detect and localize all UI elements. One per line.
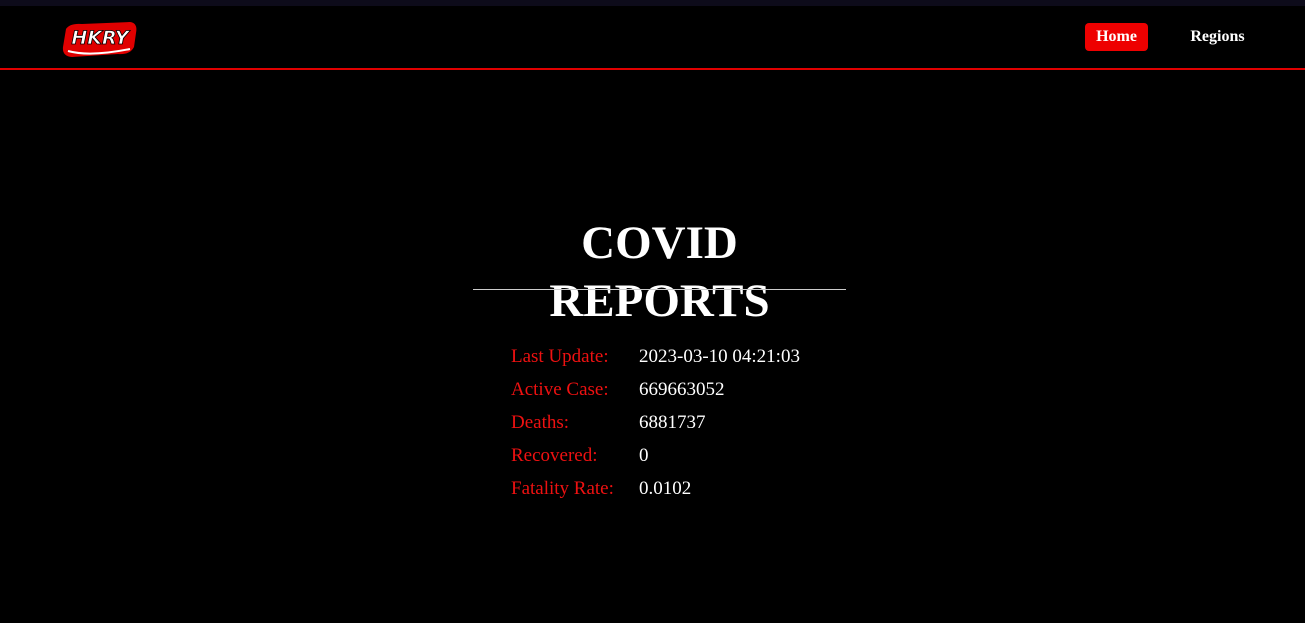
stat-label: Recovered:: [511, 445, 598, 466]
nav-link-home[interactable]: Home: [1085, 23, 1148, 51]
stat-value: 0.0102: [639, 478, 692, 499]
stat-value: 6881737: [639, 412, 706, 433]
nav-link-regions[interactable]: Regions: [1180, 23, 1255, 51]
stat-value: 2023-03-10 04:21:03: [639, 346, 800, 367]
stat-label: Deaths:: [511, 412, 570, 433]
stat-value: 669663052: [639, 379, 725, 400]
page-title: COVID REPORTS: [549, 217, 770, 327]
stat-label: Fatality Rate:: [511, 478, 614, 499]
stat-label: Active Case:: [511, 379, 609, 400]
title-divider: [473, 289, 846, 290]
stat-label: Last Update:: [511, 346, 609, 367]
brand-logo[interactable]: HKRY: [60, 19, 140, 59]
hkry-logo-icon: HKRY: [62, 22, 137, 57]
stat-value: 0: [639, 445, 649, 466]
svg-text:HKRY: HKRY: [71, 27, 131, 49]
navbar: HKRY Home Regions: [0, 6, 1305, 70]
